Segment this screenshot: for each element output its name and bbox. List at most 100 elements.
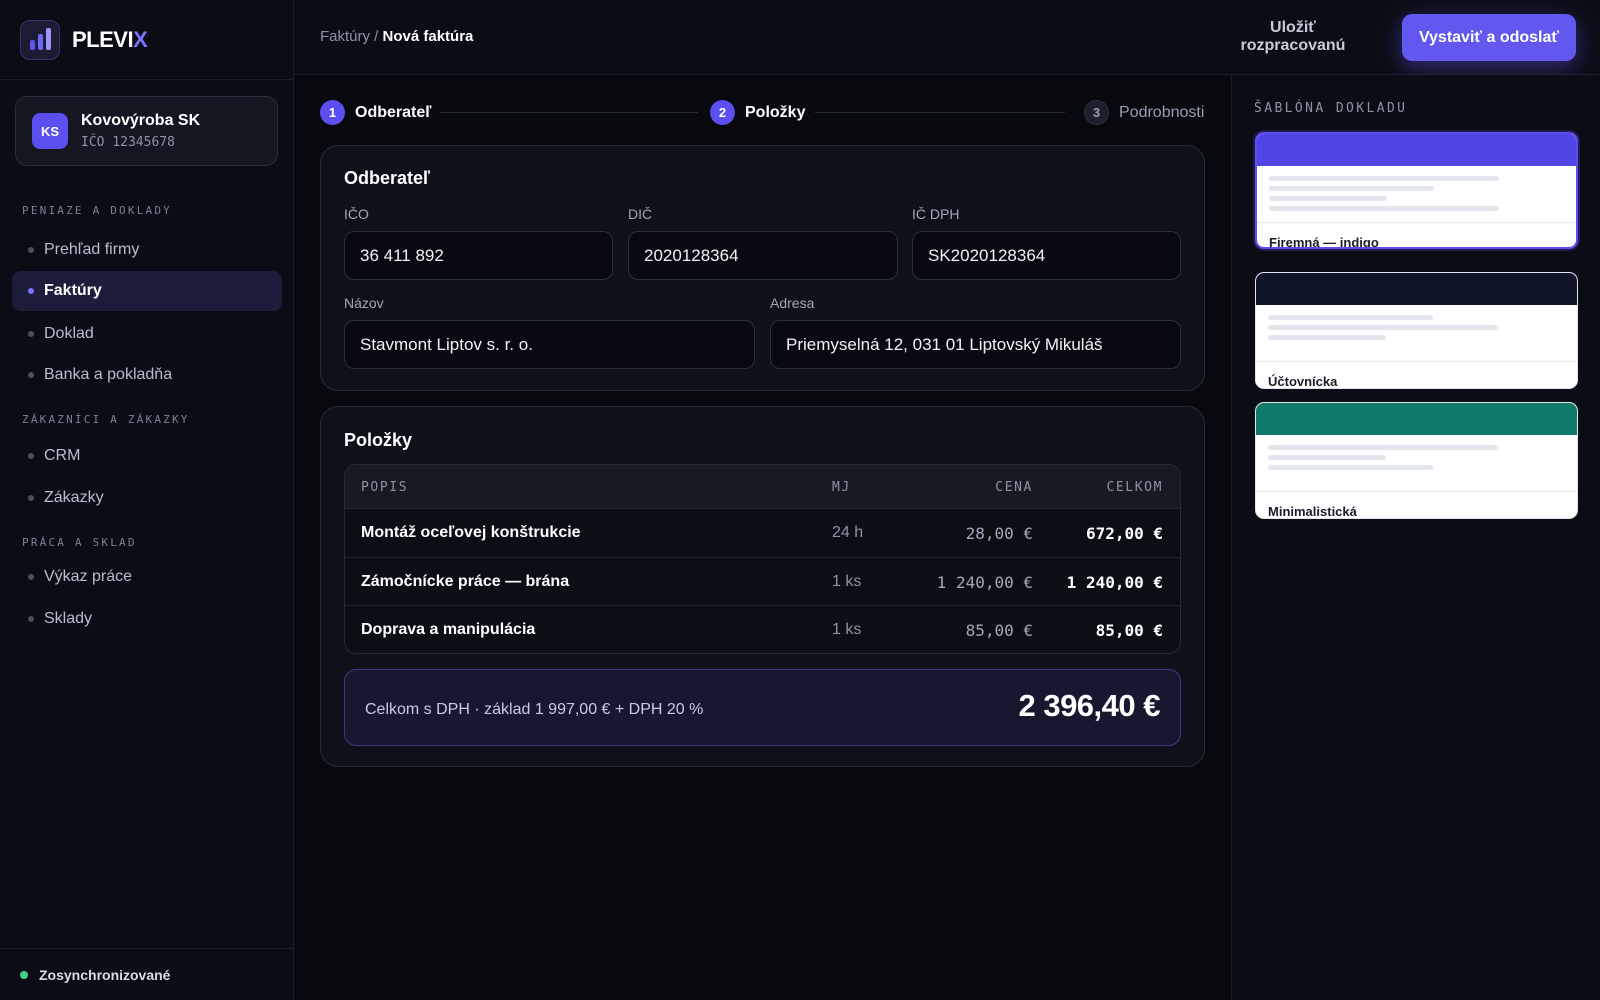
icdph-label: IČ DPH	[912, 206, 960, 222]
template-color-band	[1256, 403, 1577, 435]
company-id: IČO 12345678	[81, 135, 175, 150]
sync-label: Zosynchronizované	[39, 966, 171, 983]
company-name: Kovovýroba SK	[81, 112, 201, 129]
sidebar-item-label: Faktúry	[44, 282, 102, 299]
step-label: Odberateľ	[355, 103, 432, 121]
nav-section-customers: ZÁKAZNÍCI A ZÁKAZKY	[22, 413, 190, 426]
bullet-icon	[28, 616, 34, 622]
sidebar-item-label: Výkaz práce	[44, 568, 133, 585]
sidebar-item-label: Banka a pokladňa	[44, 366, 173, 383]
template-label: Firemná — indigo	[1269, 235, 1379, 249]
template-preview-lines	[1257, 166, 1576, 223]
top-bar: Faktúry / Nová faktúra Uložiť rozpracova…	[294, 0, 1600, 75]
step-number: 1	[320, 100, 345, 125]
address-field[interactable]: Priemyselná 12, 031 01 Liptovský Mikuláš	[770, 320, 1181, 369]
step-details[interactable]: 3 Podrobnosti	[1084, 100, 1204, 125]
table-row[interactable]: Zámočnícke práce — brána 1 ks 1 240,00 €…	[345, 558, 1180, 606]
sidebar-item-orders[interactable]: Zákazky	[12, 478, 282, 518]
dic-label: DIČ	[628, 206, 653, 222]
bullet-icon	[28, 372, 34, 378]
template-option-minimal[interactable]: Minimalistická	[1255, 402, 1578, 519]
customer-card-title: Odberateľ	[344, 168, 430, 188]
save-draft-button[interactable]: Uložiť rozpracovanú	[1218, 14, 1368, 60]
template-panel: ŠABLÓNA DOKLADU Firemná — indigo Účtovní…	[1231, 75, 1600, 1000]
row-unit: 1 ks	[832, 572, 862, 590]
sidebar-item-label: Doklad	[44, 325, 94, 342]
breadcrumb: Faktúry / Nová faktúra	[320, 28, 473, 45]
step-label: Položky	[745, 103, 806, 121]
brand-name-main: PLEVI	[72, 26, 134, 52]
sidebar-item-label: CRM	[44, 447, 81, 464]
summary-breakdown: Celkom s DPH · základ 1 997,00 € + DPH 2…	[365, 701, 704, 718]
bullet-icon	[28, 247, 34, 253]
template-option-accounting[interactable]: Účtovnícka	[1255, 272, 1578, 389]
stepper: 1 Odberateľ 2 Položky 3 Podrobnosti	[320, 100, 1205, 126]
template-panel-title: ŠABLÓNA DOKLADU	[1254, 101, 1408, 116]
sidebar-item-warehouses[interactable]: Sklady	[12, 599, 282, 639]
template-color-band	[1256, 273, 1577, 305]
column-header-price: CENA	[995, 480, 1033, 495]
sidebar: PLEVIX KS Kovovýroba SK IČO 12345678 PEN…	[0, 0, 294, 1000]
brand[interactable]: PLEVIX	[0, 0, 293, 80]
sidebar-item-invoices[interactable]: Faktúry	[12, 271, 282, 311]
sidebar-item-crm[interactable]: CRM	[12, 436, 282, 476]
row-unit: 24 h	[832, 524, 864, 541]
ico-label: IČO	[344, 206, 369, 222]
row-price: 28,00 €	[965, 524, 1033, 543]
dic-field[interactable]: 2020128364	[628, 231, 898, 280]
summary-total-amount: 2 396,40 €	[1018, 688, 1160, 723]
template-option-indigo[interactable]: Firemná — indigo	[1255, 132, 1578, 249]
sidebar-item-label: Sklady	[44, 610, 93, 627]
row-desc: Montáž oceľovej konštrukcie	[361, 524, 581, 541]
items-card: Položky POPIS MJ CENA CELKOM Montáž oceľ…	[320, 406, 1205, 767]
bullet-icon	[28, 453, 34, 459]
brand-name-accent: X	[133, 26, 148, 52]
breadcrumb-parent[interactable]: Faktúry /	[320, 28, 378, 45]
row-desc: Doprava a manipulácia	[361, 621, 536, 638]
items-table: POPIS MJ CENA CELKOM Montáž oceľovej kon…	[344, 464, 1181, 654]
step-number: 3	[1084, 100, 1109, 125]
template-color-band	[1257, 134, 1576, 166]
ico-field[interactable]: 36 411 892	[344, 231, 613, 280]
bullet-icon	[28, 331, 34, 337]
row-unit: 1 ks	[832, 621, 862, 638]
sidebar-item-label: Prehľad firmy	[44, 241, 140, 258]
brand-name: PLEVIX	[72, 26, 148, 53]
step-connector	[815, 112, 1065, 113]
nav-section-work: PRÁCA A SKLAD	[22, 536, 137, 549]
step-connector	[440, 112, 698, 113]
status-dot-icon	[20, 970, 28, 979]
items-card-title: Položky	[344, 430, 413, 450]
row-price: 85,00 €	[965, 621, 1033, 640]
row-price: 1 240,00 €	[936, 572, 1033, 592]
step-items[interactable]: 2 Položky	[710, 100, 805, 125]
row-total: 672,00 €	[1085, 524, 1163, 543]
sidebar-item-receipt[interactable]: Doklad	[12, 314, 282, 354]
column-header-total: CELKOM	[1106, 480, 1163, 495]
issue-and-send-button[interactable]: Vystaviť a odoslať	[1402, 14, 1576, 61]
bullet-icon	[28, 495, 34, 501]
nav-section-money: PENIAZE A DOKLADY	[22, 204, 172, 217]
step-number: 2	[710, 100, 735, 125]
sidebar-item-timesheet[interactable]: Výkaz práce	[12, 557, 282, 597]
name-field[interactable]: Stavmont Liptov s. r. o.	[344, 320, 755, 369]
row-total: 85,00 €	[1095, 621, 1163, 640]
table-header: POPIS MJ CENA CELKOM	[345, 465, 1180, 509]
step-label: Podrobnosti	[1119, 103, 1205, 121]
icdph-field[interactable]: SK2020128364	[912, 231, 1181, 280]
company-switcher[interactable]: KS Kovovýroba SK IČO 12345678	[15, 96, 278, 166]
address-label: Adresa	[770, 295, 815, 311]
column-header-unit: MJ	[832, 480, 851, 495]
sidebar-item-label: Zákazky	[44, 489, 104, 506]
bullet-icon	[28, 574, 34, 580]
sidebar-item-overview[interactable]: Prehľad firmy	[12, 230, 282, 270]
name-label: Názov	[344, 295, 384, 311]
sync-status: Zosynchronizované	[0, 948, 294, 1000]
company-avatar: KS	[32, 113, 68, 149]
sidebar-item-bank[interactable]: Banka a pokladňa	[12, 355, 282, 395]
column-header-desc: POPIS	[361, 480, 409, 495]
step-customer[interactable]: 1 Odberateľ	[320, 100, 431, 125]
row-total: 1 240,00 €	[1066, 572, 1163, 592]
table-row[interactable]: Doprava a manipulácia 1 ks 85,00 € 85,00…	[345, 606, 1180, 653]
table-row[interactable]: Montáž oceľovej konštrukcie 24 h 28,00 €…	[345, 509, 1180, 558]
